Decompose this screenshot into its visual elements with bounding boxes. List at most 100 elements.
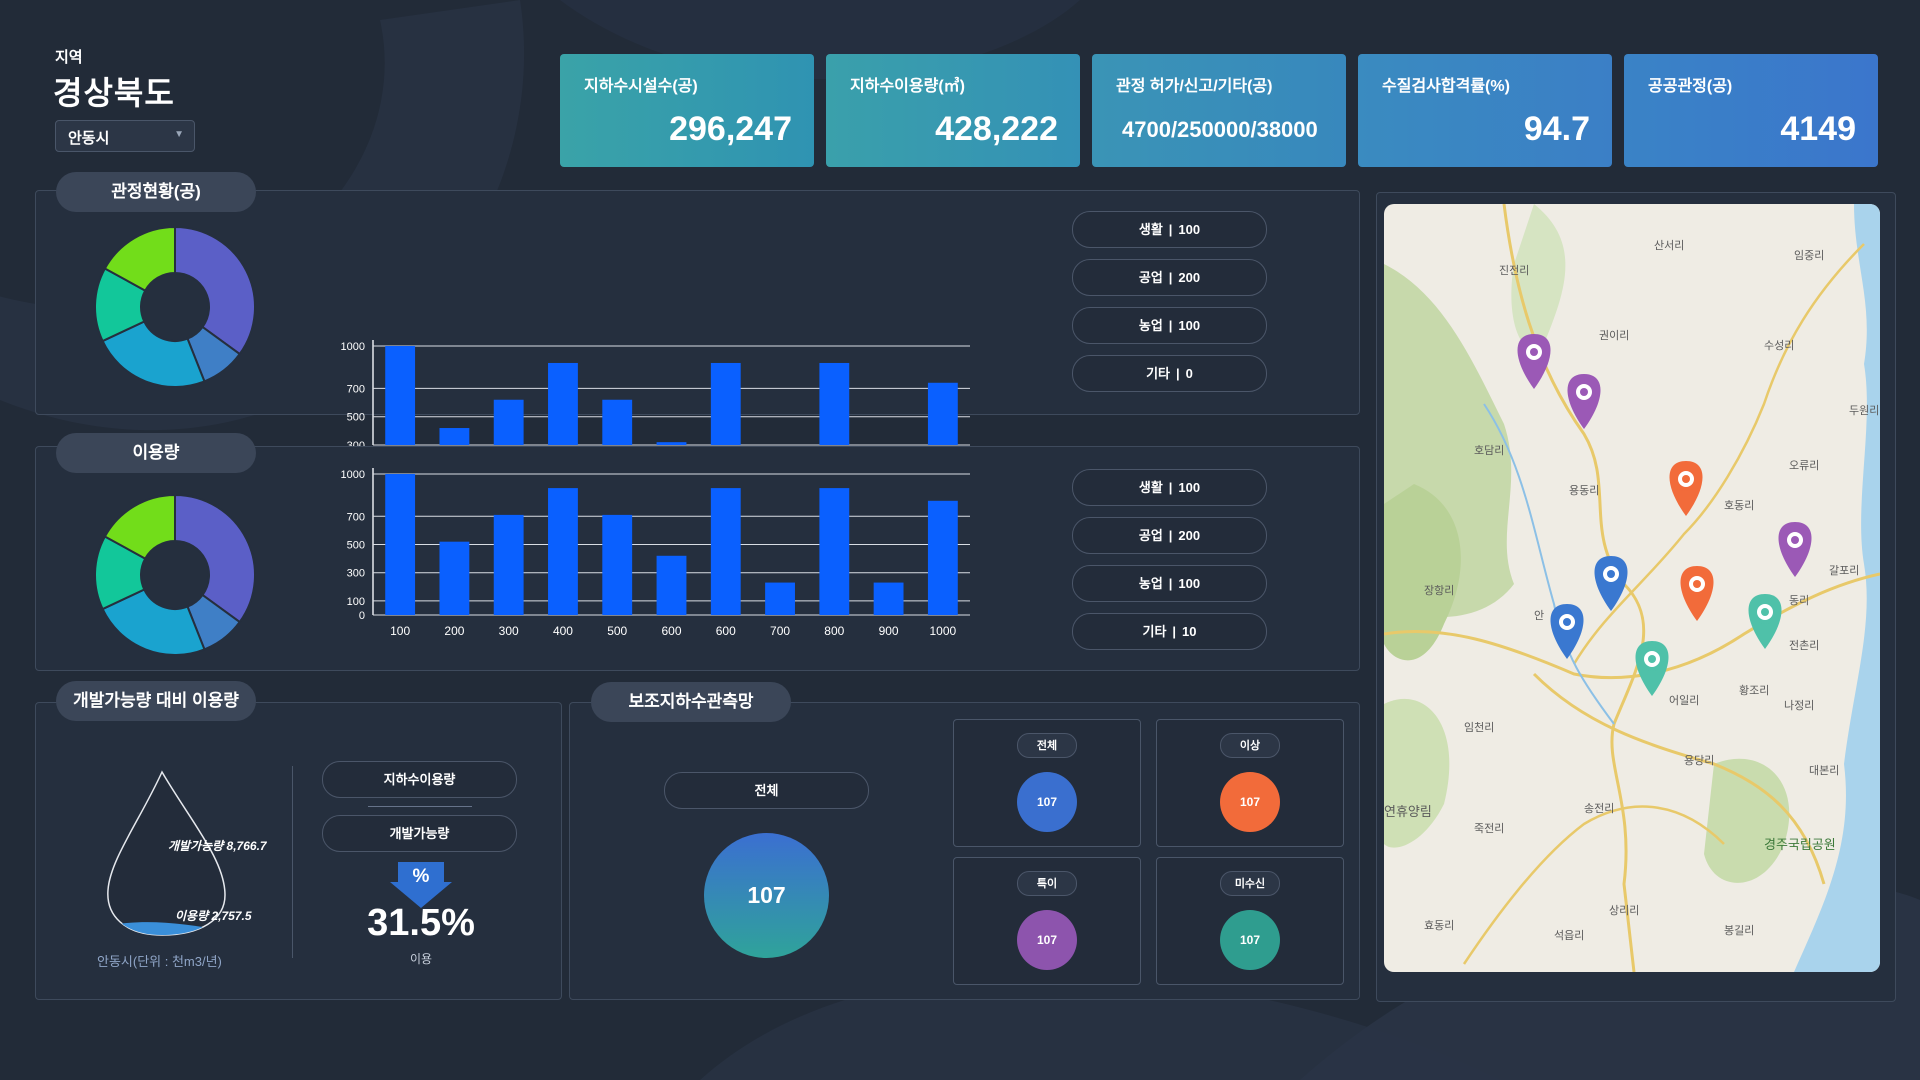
stat-pill[interactable]: 생활 | 100 <box>1072 469 1267 506</box>
map-label: 전촌리 <box>1789 639 1819 652</box>
map-canvas[interactable]: 산서리 임중리 진전리 권이리 수성리 두원리 오류리 호담리 용동리 호동리 … <box>1384 204 1880 972</box>
kpi-value: 94.7 <box>1523 110 1590 148</box>
obs-circle: 107 <box>1220 910 1280 970</box>
obs-circle: 107 <box>1017 910 1077 970</box>
region-title: 경상북도 <box>53 75 175 111</box>
stat-pill[interactable]: 농업 | 100 <box>1072 565 1267 602</box>
bar <box>819 362 850 445</box>
bar <box>710 488 741 615</box>
unit-note: 안동시(단위 : 천m3/년) <box>97 954 222 969</box>
stat-separator: | <box>1168 318 1173 333</box>
bar <box>385 346 416 445</box>
map-label: 석읍리 <box>1554 929 1584 942</box>
city-select-value: 안동시 <box>68 130 110 147</box>
stat-name: 생활 <box>1138 480 1163 495</box>
map-label: 동리 <box>1789 594 1809 607</box>
bar <box>819 488 850 615</box>
bar <box>548 488 578 615</box>
kpi-label: 지하수이용량(㎥) <box>850 78 965 95</box>
stat-pill[interactable]: 기타 | 10 <box>1072 613 1267 650</box>
kpi-value: 4700/250000/38000 <box>1122 117 1318 142</box>
stat-value: 100 <box>1178 576 1201 591</box>
kpi-value: 428,222 <box>935 110 1058 148</box>
x-tick-label: 300 <box>499 624 519 638</box>
stat-separator: | <box>1168 576 1173 591</box>
usage-percent-caption: 이용 <box>409 952 433 966</box>
stat-value: 200 <box>1178 270 1201 285</box>
bar <box>385 474 416 615</box>
map-label: 연휴양림 <box>1384 804 1432 819</box>
y-tick-label: 700 <box>347 383 365 395</box>
bar <box>765 582 795 615</box>
y-tick-label: 0 <box>359 610 365 622</box>
stat-separator: | <box>1176 366 1180 381</box>
y-tick-label: 300 <box>347 568 365 580</box>
stat-name: 농업 <box>1138 318 1163 333</box>
map-label: 권이리 <box>1599 329 1629 342</box>
map-label: 효동리 <box>1424 919 1454 932</box>
y-tick-label: 1000 <box>341 469 365 481</box>
bar <box>873 582 904 615</box>
stat-separator: | <box>1168 480 1173 495</box>
stat-value: 100 <box>1178 222 1201 237</box>
map-label: 황조리 <box>1739 684 1769 697</box>
obs-box-abnormal[interactable]: 이상 107 <box>1156 719 1344 847</box>
region-map[interactable]: 산서리 임중리 진전리 권이리 수성리 두원리 오류리 호담리 용동리 호동리 … <box>1384 204 1880 972</box>
bar <box>656 442 687 445</box>
monitoring-total-circle: 107 <box>704 833 829 958</box>
stat-pill[interactable]: 농업 | 100 <box>1072 307 1267 344</box>
usage-bar-chart: 0 100 300 500 700 1000 100 200 300 400 500 600 600 70… <box>341 468 970 638</box>
x-tick-label: 600 <box>661 624 681 638</box>
kpi-value: 4149 <box>1780 110 1856 148</box>
bar <box>439 541 470 615</box>
bar <box>602 514 633 615</box>
usage-tab: 이용량 <box>56 433 256 473</box>
stat-separator: | <box>1168 222 1173 237</box>
divider <box>292 766 293 958</box>
stat-name: 기타 <box>1146 366 1171 381</box>
stat-pill[interactable]: 기타 | 0 <box>1072 355 1267 392</box>
water-fill <box>107 922 225 935</box>
stat-name: 생활 <box>1138 222 1163 237</box>
obs-box-no-signal[interactable]: 미수신 107 <box>1156 857 1344 985</box>
bar <box>602 399 633 445</box>
map-label: 상리리 <box>1609 904 1639 917</box>
bar <box>439 428 470 445</box>
capacity-tab: 개발가능량 대비 이용량 <box>56 681 256 721</box>
obs-box-special[interactable]: 특이 107 <box>953 857 1141 985</box>
drop-usage-label: 이용량 2,757.5 <box>175 909 252 923</box>
stat-pill[interactable]: 공업 | 200 <box>1072 517 1267 554</box>
map-label: 용당리 <box>1684 754 1714 767</box>
well-status-donut-chart <box>94 225 256 388</box>
city-select[interactable]: 안동시 ▼ <box>55 120 195 152</box>
stat-value: 100 <box>1178 480 1201 495</box>
stat-name: 농업 <box>1138 576 1163 591</box>
map-label: 갈포리 <box>1829 563 1859 577</box>
map-label: 두원리 <box>1849 404 1879 417</box>
map-label: 오류리 <box>1789 459 1819 472</box>
map-label: 진전리 <box>1499 264 1529 277</box>
stat-pill[interactable]: 생활 | 100 <box>1072 211 1267 248</box>
map-label: 나정리 <box>1784 699 1814 712</box>
kpi-label: 관정 허가/신고/기타(공) <box>1116 78 1273 95</box>
stat-value: 0 <box>1185 366 1193 381</box>
map-label: 죽전리 <box>1474 822 1504 835</box>
stat-name: 공업 <box>1138 270 1163 285</box>
stat-pill[interactable]: 공업 | 200 <box>1072 259 1267 296</box>
map-label: 안 <box>1534 609 1544 622</box>
map-label: 봉길리 <box>1724 924 1754 937</box>
kpi-card: 지하수시설수(공) 296,247 <box>560 54 814 167</box>
map-label: 장항리 <box>1424 584 1454 597</box>
kpi-label: 공공관정(공) <box>1648 78 1733 95</box>
monitoring-total-pill[interactable]: 전체 <box>664 772 869 809</box>
bar <box>493 514 524 615</box>
obs-tag: 전체 <box>1017 733 1077 758</box>
stat-separator: | <box>1168 528 1173 543</box>
kpi-value: 296,247 <box>669 110 792 148</box>
capacity-button[interactable]: 개발가능량 <box>322 815 517 852</box>
groundwater-usage-button[interactable]: 지하수이용량 <box>322 761 517 798</box>
x-tick-label: 400 <box>553 624 573 638</box>
y-tick-label: 500 <box>347 412 365 424</box>
obs-box-all[interactable]: 전체 107 <box>953 719 1141 847</box>
x-tick-label: 900 <box>879 624 899 638</box>
